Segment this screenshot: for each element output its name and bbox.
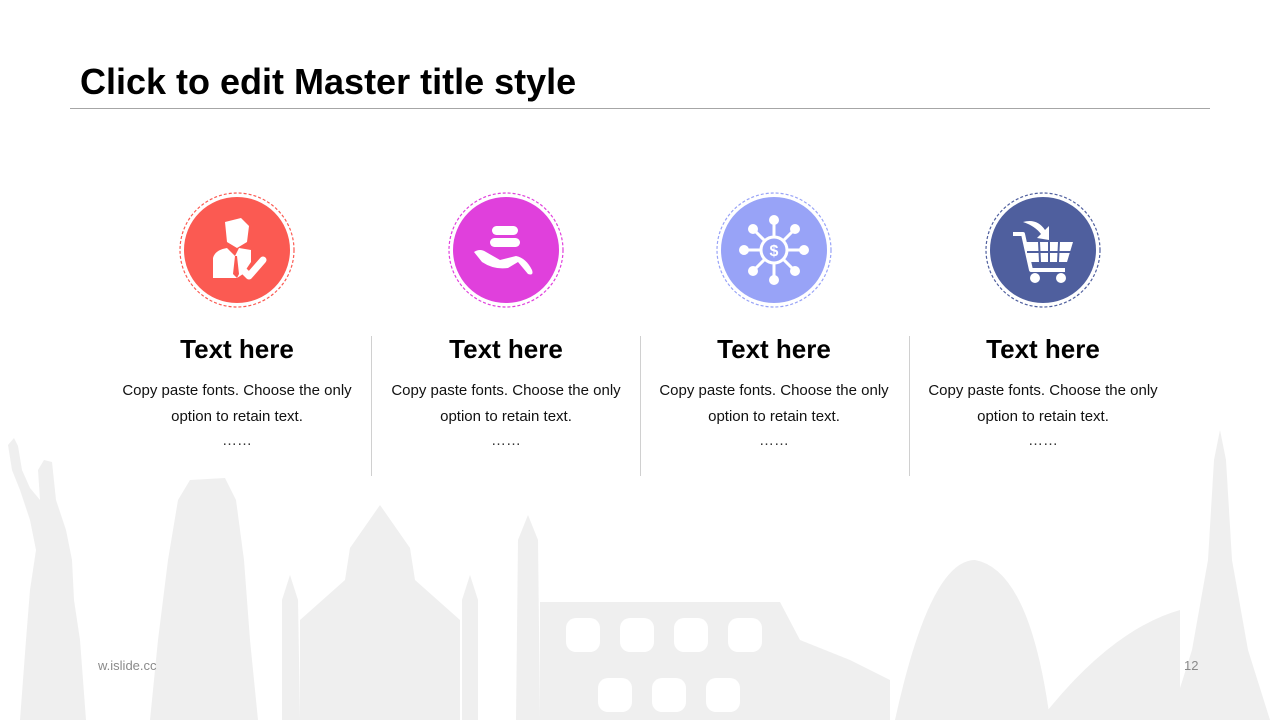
- dollar-network-icon: $: [714, 190, 834, 310]
- card-title: Text here: [449, 334, 563, 364]
- card-description-line1: Copy paste fonts. Choose the only: [928, 382, 1158, 399]
- businessman-check-icon: [177, 190, 297, 310]
- feature-card-4: Text here Copy paste fonts. Choose the o…: [923, 190, 1163, 450]
- feature-card-3: $ Text here Copy paste fonts. Choose the…: [654, 190, 894, 450]
- card-description-line2: option to retain text.: [708, 408, 840, 425]
- card-ellipsis: ……: [1028, 432, 1058, 449]
- card-ellipsis: ……: [759, 432, 789, 449]
- card-description-line1: Copy paste fonts. Choose the only: [391, 382, 621, 399]
- svg-text:$: $: [770, 243, 779, 260]
- feature-card-1: Text here Copy paste fonts. Choose the o…: [117, 190, 357, 450]
- card-description: Copy paste fonts. Choose the only option…: [117, 378, 357, 430]
- card-title: Text here: [717, 334, 831, 364]
- column-divider-1: [371, 336, 372, 476]
- card-title: Text here: [986, 334, 1100, 364]
- card-description: Copy paste fonts. Choose the only option…: [654, 378, 894, 430]
- feature-card-2: Text here Copy paste fonts. Choose the o…: [386, 190, 626, 450]
- card-description-line2: option to retain text.: [440, 408, 572, 425]
- card-description: Copy paste fonts. Choose the only option…: [923, 378, 1163, 430]
- slide-title[interactable]: Click to edit Master title style: [80, 60, 576, 104]
- card-title: Text here: [180, 334, 294, 364]
- slide-page-number: 12: [1184, 658, 1199, 673]
- column-divider-2: [640, 336, 641, 476]
- card-description-line2: option to retain text.: [977, 408, 1109, 425]
- footer-website-url: w.islide.cc: [98, 658, 157, 673]
- card-ellipsis: ……: [491, 432, 521, 449]
- title-underline: [70, 108, 1210, 109]
- card-description-line1: Copy paste fonts. Choose the only: [122, 382, 352, 399]
- column-divider-3: [909, 336, 910, 476]
- hand-coins-icon: [446, 190, 566, 310]
- card-description-line1: Copy paste fonts. Choose the only: [659, 382, 889, 399]
- card-ellipsis: ……: [222, 432, 252, 449]
- shopping-cart-icon: [983, 190, 1103, 310]
- card-description: Copy paste fonts. Choose the only option…: [386, 378, 626, 430]
- card-description-line2: option to retain text.: [171, 408, 303, 425]
